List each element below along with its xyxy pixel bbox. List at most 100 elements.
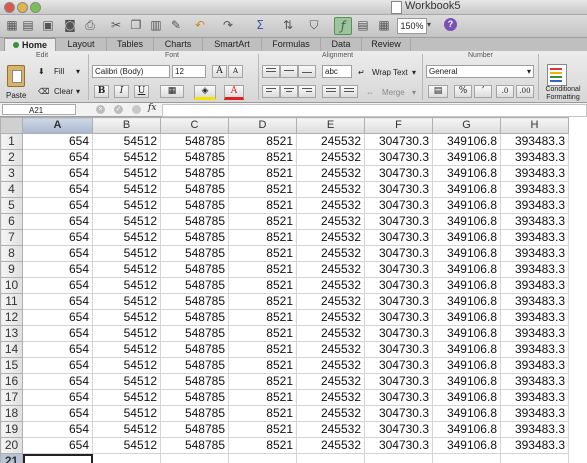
cell[interactable]: 245532 <box>296 325 365 342</box>
cell[interactable]: 349106.8 <box>432 389 501 406</box>
cell[interactable]: 8521 <box>228 373 297 390</box>
filter-icon[interactable]: ⛉ <box>306 17 322 33</box>
cell[interactable]: 349106.8 <box>432 261 501 278</box>
cut-icon[interactable]: ✂ <box>108 17 124 33</box>
cell[interactable]: 8521 <box>228 421 297 438</box>
cell[interactable]: 54512 <box>92 149 161 166</box>
cell[interactable]: 8521 <box>228 133 297 150</box>
format-painter-icon[interactable]: ✎ <box>168 17 184 33</box>
cell[interactable]: 654 <box>22 133 93 150</box>
align-middle-button[interactable] <box>280 65 298 78</box>
cell[interactable]: 54512 <box>92 325 161 342</box>
column-header-c[interactable]: C <box>160 117 229 134</box>
row-header[interactable]: 5 <box>0 197 23 214</box>
row-header[interactable]: 20 <box>0 437 23 454</box>
fill-color-button[interactable]: ◈ <box>194 85 216 100</box>
row-header[interactable]: 6 <box>0 213 23 230</box>
cell[interactable]: 54512 <box>92 165 161 182</box>
comma-button[interactable]: ’ <box>474 85 492 98</box>
align-bottom-button[interactable] <box>298 65 316 78</box>
chevron-down-icon[interactable]: ▾ <box>412 67 416 78</box>
cell[interactable]: 245532 <box>296 181 365 198</box>
cell[interactable]: 393483.3 <box>500 309 569 326</box>
cell[interactable]: 245532 <box>296 437 365 454</box>
cell[interactable]: 54512 <box>92 277 161 294</box>
cell[interactable]: 54512 <box>92 309 161 326</box>
cell[interactable]: 548785 <box>160 261 229 278</box>
cell[interactable]: 654 <box>22 437 93 454</box>
cell[interactable]: 8521 <box>228 213 297 230</box>
column-header-g[interactable]: G <box>432 117 501 134</box>
cell[interactable]: 654 <box>22 149 93 166</box>
cell[interactable]: 245532 <box>296 293 365 310</box>
cell[interactable]: 245532 <box>296 165 365 182</box>
cell[interactable]: 548785 <box>160 197 229 214</box>
align-left-button[interactable] <box>262 85 280 98</box>
cell[interactable]: 654 <box>22 373 93 390</box>
conditional-formatting-icon[interactable] <box>547 64 567 86</box>
wrap-text-icon[interactable]: ↵ <box>358 67 365 78</box>
cell[interactable]: 654 <box>22 405 93 422</box>
cell[interactable]: 304730.3 <box>364 197 433 214</box>
cell[interactable]: 304730.3 <box>364 421 433 438</box>
cell[interactable]: 548785 <box>160 357 229 374</box>
cell[interactable]: 54512 <box>92 341 161 358</box>
cell[interactable]: 245532 <box>296 373 365 390</box>
row-header[interactable]: 10 <box>0 277 23 294</box>
autosum-icon[interactable]: Σ <box>252 17 268 33</box>
cell[interactable]: 54512 <box>92 245 161 262</box>
cell[interactable]: 8521 <box>228 261 297 278</box>
cell[interactable]: 548785 <box>160 421 229 438</box>
cell[interactable]: 54512 <box>92 213 161 230</box>
cell[interactable]: 245532 <box>296 133 365 150</box>
cell[interactable]: 304730.3 <box>364 245 433 262</box>
cell[interactable]: 304730.3 <box>364 325 433 342</box>
cell[interactable]: 8521 <box>228 405 297 422</box>
cell[interactable]: 654 <box>22 325 93 342</box>
cell[interactable]: 245532 <box>296 341 365 358</box>
media-icon[interactable]: ▤ <box>355 17 371 33</box>
select-all-corner[interactable] <box>0 117 23 134</box>
cell[interactable] <box>160 453 229 463</box>
cell[interactable]: 393483.3 <box>500 277 569 294</box>
cell[interactable]: 548785 <box>160 165 229 182</box>
cell[interactable]: 8521 <box>228 149 297 166</box>
fill-icon[interactable]: ⬇ <box>38 66 45 77</box>
chevron-down-icon[interactable]: ▾ <box>76 66 80 77</box>
cell[interactable] <box>228 453 297 463</box>
cell[interactable]: 393483.3 <box>500 421 569 438</box>
cell[interactable]: 393483.3 <box>500 133 569 150</box>
cell[interactable]: 54512 <box>92 229 161 246</box>
zoom-field[interactable]: 150% <box>397 18 427 34</box>
number-format-select[interactable]: General <box>426 65 534 78</box>
cell[interactable]: 349106.8 <box>432 325 501 342</box>
cell[interactable]: 245532 <box>296 245 365 262</box>
cell[interactable]: 548785 <box>160 181 229 198</box>
row-header[interactable]: 1 <box>0 133 23 150</box>
insert-function-icon[interactable] <box>132 105 141 114</box>
shrink-font-button[interactable]: A <box>228 65 243 78</box>
cell[interactable]: 54512 <box>92 293 161 310</box>
cell[interactable]: 548785 <box>160 133 229 150</box>
cell[interactable]: 304730.3 <box>364 405 433 422</box>
cell[interactable]: 654 <box>22 197 93 214</box>
cell[interactable]: 54512 <box>92 389 161 406</box>
cell[interactable]: 304730.3 <box>364 181 433 198</box>
cell[interactable]: 548785 <box>160 373 229 390</box>
cell[interactable]: 245532 <box>296 277 365 294</box>
row-header[interactable]: 21 <box>0 453 23 463</box>
cell[interactable]: 548785 <box>160 213 229 230</box>
row-header[interactable]: 9 <box>0 261 23 278</box>
cell[interactable]: 304730.3 <box>364 293 433 310</box>
cell[interactable]: 654 <box>22 213 93 230</box>
cell[interactable]: 54512 <box>92 373 161 390</box>
cell[interactable]: 54512 <box>92 421 161 438</box>
merge-icon[interactable]: ⇔ <box>366 87 374 98</box>
row-header[interactable]: 4 <box>0 181 23 198</box>
cell[interactable]: 8521 <box>228 325 297 342</box>
column-header-e[interactable]: E <box>296 117 365 134</box>
cell[interactable]: 393483.3 <box>500 389 569 406</box>
cell[interactable]: 304730.3 <box>364 277 433 294</box>
redo-icon[interactable]: ↷ <box>220 17 236 33</box>
cell[interactable]: 304730.3 <box>364 165 433 182</box>
